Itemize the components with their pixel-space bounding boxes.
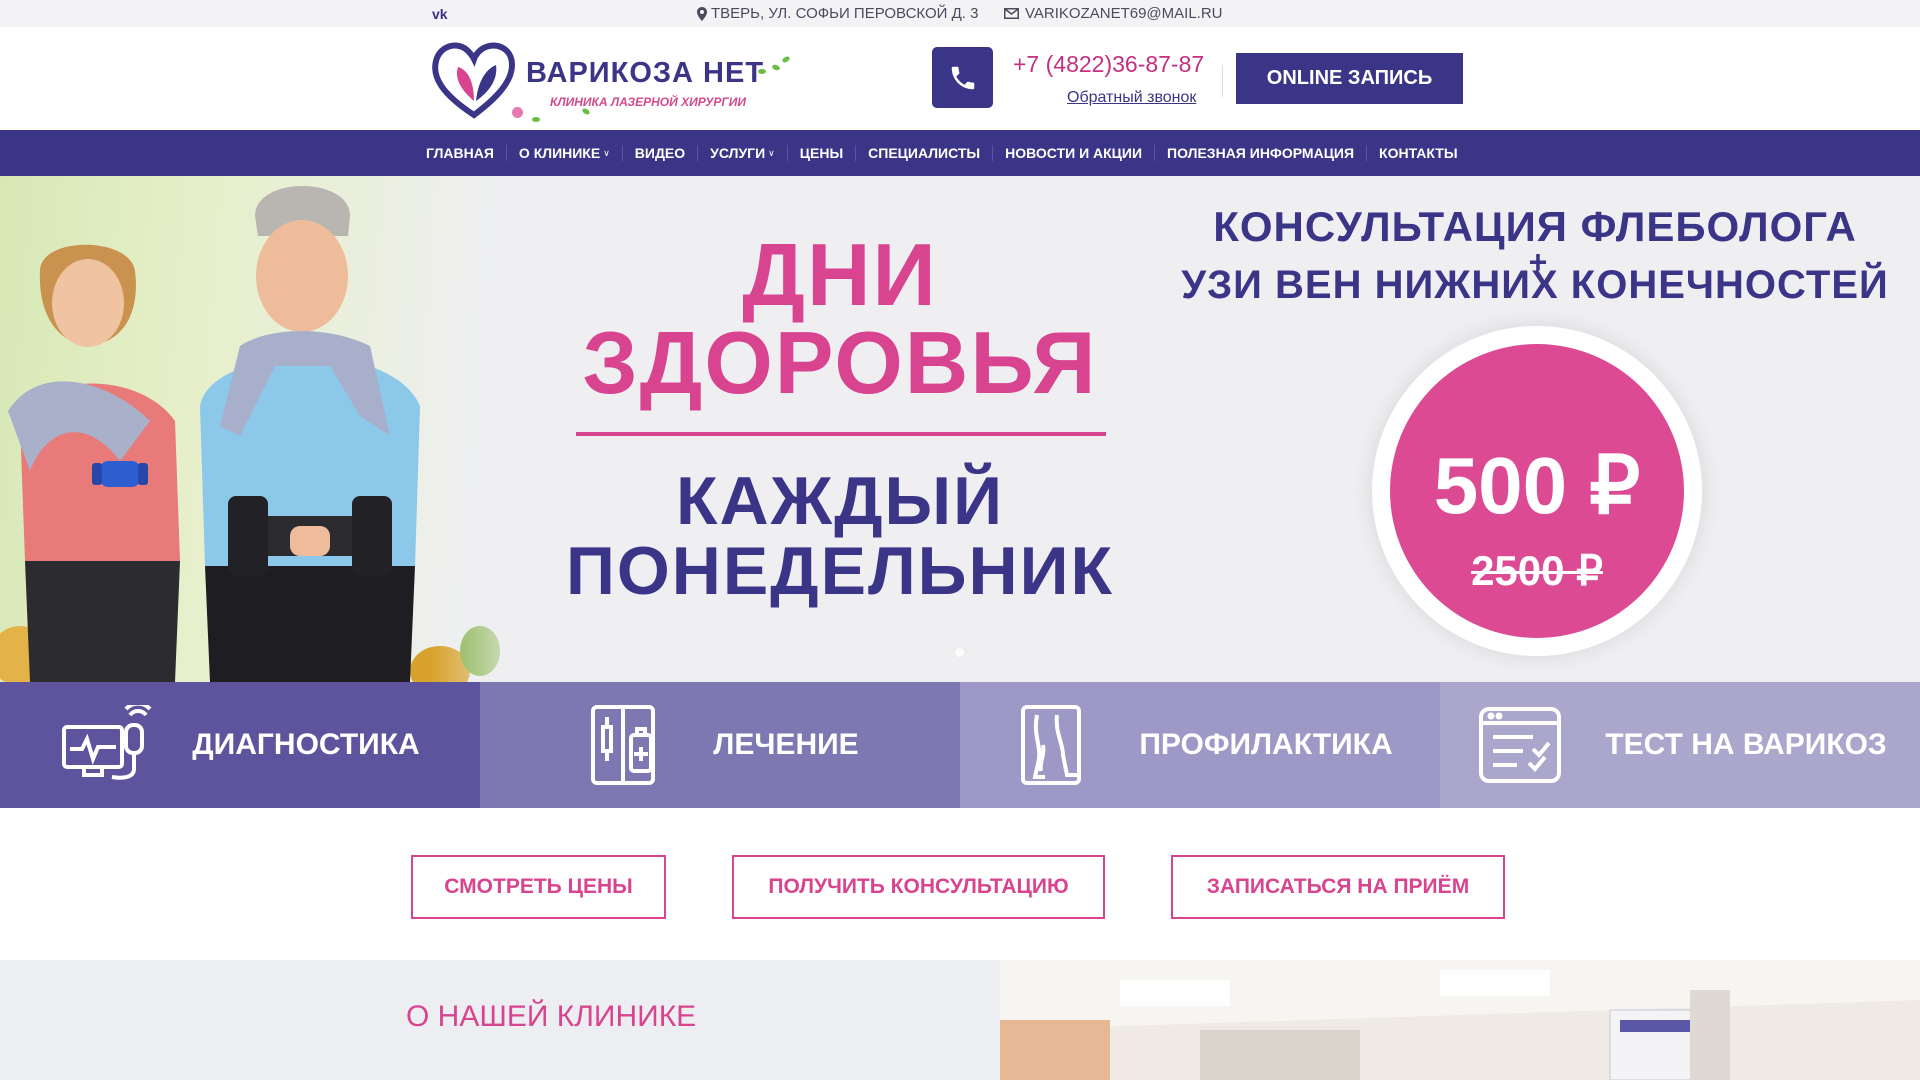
envelope-icon — [1004, 8, 1019, 19]
heart-leaf-logo-icon — [432, 42, 516, 119]
hero-divider — [576, 432, 1106, 436]
get-consultation-button[interactable]: ПОЛУЧИТЬ КОНСУЛЬТАЦИЮ — [732, 855, 1105, 919]
tile-label: ДИАГНОСТИКА — [192, 728, 420, 761]
nav-item-label: НОВОСТИ И АКЦИИ — [1005, 145, 1143, 161]
tile-label: ТЕСТ НА ВАРИКОЗ — [1605, 728, 1887, 761]
nav-item-3[interactable]: УСЛУГИ ∨ — [697, 145, 787, 161]
nav-item-1[interactable]: О КЛИНИКЕ ∨ — [505, 145, 622, 161]
slider-dot[interactable] — [955, 648, 964, 657]
tile-treatment[interactable]: ЛЕЧЕНИЕ — [480, 682, 960, 808]
phone-icon — [951, 66, 974, 89]
sub-line-1: КАЖДЫЙ — [676, 463, 1004, 539]
view-prices-button[interactable]: СМОТРЕТЬ ЦЕНЫ — [411, 855, 666, 919]
divider — [1222, 65, 1223, 97]
main-nav: ГЛАВНАЯ О КЛИНИКЕ ∨ ВИДЕО УСЛУГИ ∨ ЦЕНЫ СПЕЦИАЛ… — [0, 130, 1920, 176]
service-tiles: ДИАГНОСТИКА ЛЕЧЕНИЕ ПРОФИЛАКТИКА ТЕСТ НА… — [0, 682, 1920, 808]
logo[interactable]: ВАРИКОЗА НЕТ КЛИНИКА ЛАЗЕРНОЙ ХИРУРГИИ — [432, 35, 802, 123]
nav-item-2[interactable]: ВИДЕО — [621, 145, 697, 161]
leaf-decoration — [758, 69, 766, 74]
book-appointment-button[interactable]: ЗАПИСАТЬСЯ НА ПРИЁМ — [1171, 855, 1505, 919]
nav-item-label: УСЛУГИ — [710, 145, 766, 161]
logo-subtitle: КЛИНИКА ЛАЗЕРНОЙ ХИРУРГИИ — [550, 95, 747, 109]
tile-label: ЛЕЧЕНИЕ — [713, 728, 859, 761]
man-figure — [200, 186, 420, 682]
nav-item-8[interactable]: КОНТАКТЫ — [1366, 145, 1469, 161]
logo-name: ВАРИКОЗА НЕТ — [526, 57, 765, 89]
price-old: 2500 ₽ — [1390, 546, 1684, 595]
legs-icon — [1021, 705, 1082, 785]
leaf-decoration — [781, 55, 791, 64]
headline-line-1: ДНИ — [742, 225, 938, 324]
nav-item-5[interactable]: СПЕЦИАЛИСТЫ — [855, 145, 992, 161]
chevron-down-icon: ∨ — [603, 148, 610, 158]
clinic-interior-image — [1000, 960, 1920, 1080]
flower-decoration — [512, 107, 523, 118]
offer-subtitle: УЗИ ВЕН НИЖНИХ КОНЕЧНОСТЕЙ — [1181, 263, 1889, 307]
tile-label: ПРОФИЛАКТИКА — [1139, 728, 1393, 761]
checklist-icon — [1479, 707, 1562, 783]
hero-subheadline: КАЖДЫЙ ПОНЕДЕЛЬНИК — [560, 466, 1120, 606]
site-header: ВАРИКОЗА НЕТ КЛИНИКА ЛАЗЕРНОЙ ХИРУРГИИ +… — [0, 27, 1920, 130]
tile-varicose-test[interactable]: ТЕСТ НА ВАРИКОЗ — [1440, 682, 1920, 808]
price-old-text: 2500 ₽ — [1471, 547, 1603, 594]
online-booking-button[interactable]: ONLINE ЗАПИСЬ — [1236, 53, 1463, 104]
vk-icon[interactable]: vk — [432, 6, 448, 22]
ultrasound-monitor-icon — [62, 705, 152, 780]
map-pin-icon — [697, 6, 707, 21]
headline-line-2: ЗДОРОВЬЯ — [582, 313, 1098, 412]
clinic-photo — [1000, 960, 1920, 1080]
nav-item-label: ПОЛЕЗНАЯ ИНФОРМАЦИЯ — [1167, 145, 1355, 161]
address: ТВЕРЬ, УЛ. СОФЬИ ПЕРОВСКОЙ Д. 3 — [697, 5, 978, 22]
medicine-cabinet-icon — [591, 705, 656, 785]
about-title: О НАШЕЙ КЛИНИКЕ — [406, 1000, 697, 1033]
nav-item-label: СПЕЦИАЛИСТЫ — [868, 145, 981, 161]
leaf-decoration — [532, 117, 540, 122]
nav-item-0[interactable]: ГЛАВНАЯ — [414, 145, 506, 161]
nav-item-label: ГЛАВНАЯ — [426, 145, 494, 161]
address-text: ТВЕРЬ, УЛ. СОФЬИ ПЕРОВСКОЙ Д. 3 — [711, 5, 979, 22]
top-bar: vk ТВЕРЬ, УЛ. СОФЬИ ПЕРОВСКОЙ Д. 3 VARIK… — [0, 0, 1920, 27]
hero-headline: ДНИ ЗДОРОВЬЯ — [560, 231, 1120, 407]
nav-items: ГЛАВНАЯ О КЛИНИКЕ ∨ ВИДЕО УСЛУГИ ∨ ЦЕНЫ СПЕЦИАЛ… — [414, 130, 1470, 176]
nav-item-6[interactable]: НОВОСТИ И АКЦИИ — [992, 145, 1154, 161]
photo-fade — [430, 176, 540, 682]
nav-item-label: КОНТАКТЫ — [1379, 145, 1458, 161]
phone-digits: 36-87-87 — [1112, 51, 1205, 77]
phone-number[interactable]: +7 (4822)36-87-87 — [1013, 51, 1204, 78]
price-new: 500 ₽ — [1433, 441, 1641, 530]
phone-code: +7 (4822) — [1013, 51, 1113, 77]
nav-item-label: ЦЕНЫ — [799, 145, 844, 161]
chevron-down-icon: ∨ — [768, 148, 775, 158]
email-text: VARIKOZANET69@MAIL.RU — [1025, 5, 1223, 22]
nav-item-7[interactable]: ПОЛЕЗНАЯ ИНФОРМАЦИЯ — [1154, 145, 1366, 161]
nav-item-4[interactable]: ЦЕНЫ — [786, 145, 855, 161]
callback-link[interactable]: Обратный звонок — [1067, 89, 1196, 107]
phone-button[interactable] — [932, 47, 993, 108]
hero-banner[interactable]: ДНИ ЗДОРОВЬЯ КАЖДЫЙ ПОНЕДЕЛЬНИК КОНСУЛЬТ… — [0, 176, 1920, 682]
sub-line-2: ПОНЕДЕЛЬНИК — [565, 533, 1115, 609]
tile-diagnostics[interactable]: ДИАГНОСТИКА — [0, 682, 480, 808]
leaf-decoration — [771, 63, 781, 72]
email-link[interactable]: VARIKOZANET69@MAIL.RU — [1004, 5, 1223, 22]
tile-prevention[interactable]: ПРОФИЛАКТИКА — [960, 682, 1440, 808]
nav-item-label: О КЛИНИКЕ — [518, 145, 601, 161]
nav-item-label: ВИДЕО — [634, 145, 686, 161]
